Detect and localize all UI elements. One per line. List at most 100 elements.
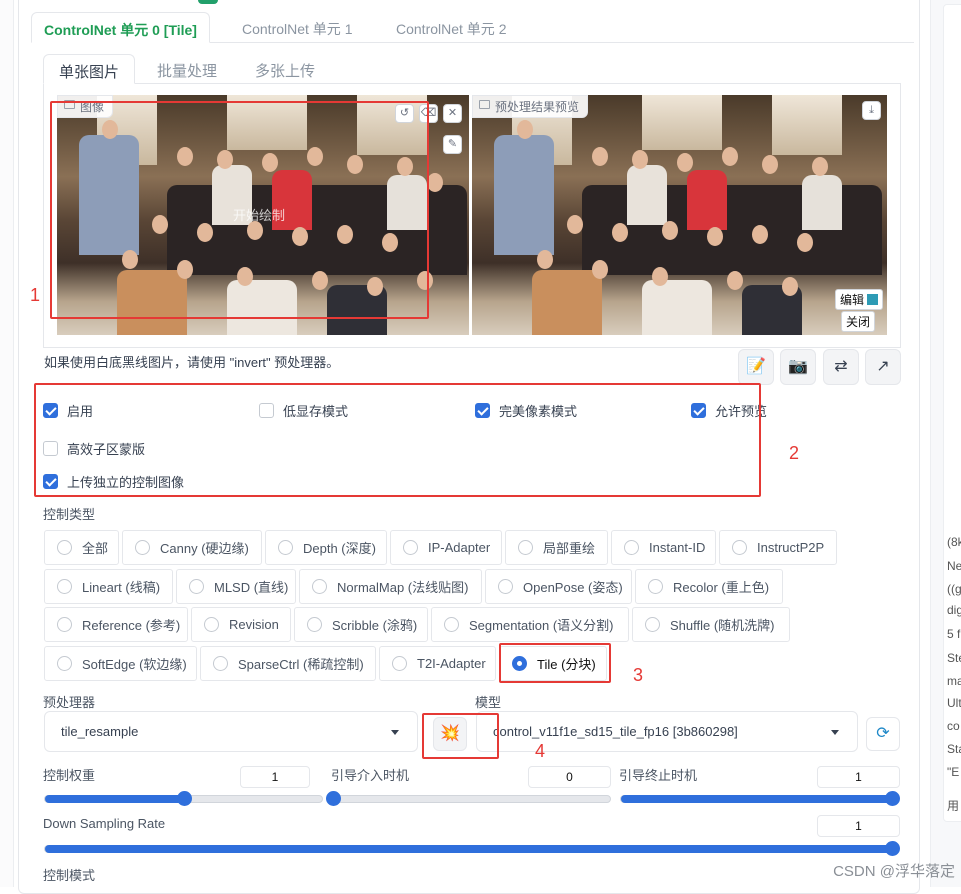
end-step-input[interactable]: 1	[817, 766, 900, 788]
page-left-edge	[0, 0, 14, 887]
radio-softedge[interactable]: SoftEdge (软边缘)	[44, 646, 197, 681]
swap-icon[interactable]: ⇄	[823, 349, 859, 385]
radio-reference[interactable]: Reference (参考)	[44, 607, 188, 642]
radio-circle[interactable]	[57, 540, 72, 555]
camera-icon[interactable]: 📷	[780, 349, 816, 385]
prompt-text-line: 5 f	[947, 627, 961, 641]
radio-revision[interactable]: Revision	[191, 607, 291, 642]
radio-instant-id[interactable]: Instant-ID	[611, 530, 716, 565]
edit-button[interactable]: 编辑	[835, 289, 884, 310]
radio-inpaint[interactable]: 局部重绘	[505, 530, 608, 565]
send-dimensions-icon[interactable]: ↗	[865, 349, 901, 385]
annotation-box-1	[50, 101, 429, 319]
prompt-text-line: (8k	[947, 535, 961, 549]
radio-lineart[interactable]: Lineart (线稿)	[44, 569, 173, 604]
radio-circle[interactable]	[135, 540, 150, 555]
tab-multi-upload[interactable]: 多张上传	[240, 54, 330, 84]
preprocessor-select[interactable]: tile_resample	[44, 711, 418, 752]
radio-circle[interactable]	[57, 617, 72, 632]
annotation-box-3	[499, 643, 611, 683]
radio-shuffle[interactable]: Shuffle (随机洗牌)	[632, 607, 790, 642]
radio-depth[interactable]: Depth (深度)	[265, 530, 387, 565]
annotation-box-4	[422, 713, 499, 759]
radio-instructp2p[interactable]: InstructP2P	[719, 530, 837, 565]
control-weight-input[interactable]: 1	[240, 766, 310, 788]
radio-circle[interactable]	[648, 579, 663, 594]
radio-circle[interactable]	[732, 540, 747, 555]
radio-canny[interactable]: Canny (硬边缘)	[122, 530, 262, 565]
control-weight-label: 控制权重	[43, 768, 96, 783]
radio-circle[interactable]	[307, 617, 322, 632]
radio-circle[interactable]	[403, 540, 418, 555]
annotation-box-2	[34, 383, 761, 497]
slider-handle[interactable]	[885, 841, 900, 856]
prompt-text-line: Ste	[947, 651, 961, 665]
radio-sparsectrl[interactable]: SparseCtrl (稀疏控制)	[200, 646, 376, 681]
annotation-label-2: 2	[789, 443, 800, 463]
preprocessor-preview-image	[472, 95, 887, 335]
start-step-input[interactable]: 0	[528, 766, 611, 788]
radio-circle[interactable]	[189, 579, 204, 594]
radio-openpose[interactable]: OpenPose (姿态)	[485, 569, 632, 604]
radio-t2i-adapter[interactable]: T2I-Adapter	[379, 646, 496, 681]
download-icon[interactable]: ⤓	[862, 101, 881, 120]
control-type-label: 控制类型	[43, 507, 96, 522]
tab-unit-2[interactable]: ControlNet 单元 2	[384, 12, 518, 43]
annotation-label-3: 3	[633, 665, 644, 685]
radio-circle[interactable]	[278, 540, 293, 555]
tab-unit-0[interactable]: ControlNet 单元 0 [Tile]	[31, 12, 210, 43]
close-icon[interactable]: ✕	[443, 104, 462, 123]
prompt-text-line: 用	[947, 799, 960, 813]
radio-circle[interactable]	[624, 540, 639, 555]
radio-circle[interactable]	[312, 579, 327, 594]
prompt-text-line: Sta	[947, 742, 961, 756]
top-accent-bar	[198, 0, 218, 4]
slider-handle[interactable]	[326, 791, 341, 806]
radio-normalmap[interactable]: NormalMap (法线贴图)	[299, 569, 482, 604]
end-step-slider[interactable]	[620, 791, 900, 806]
start-step-slider[interactable]	[326, 791, 611, 806]
annotation-label-4: 4	[535, 741, 546, 761]
brush-icon[interactable]: ✎	[443, 135, 462, 154]
radio-mlsd[interactable]: MLSD (直线)	[176, 569, 296, 604]
radio-all[interactable]: 全部	[44, 530, 119, 565]
preview-image-label: 预处理结果预览	[472, 95, 589, 118]
radio-circle[interactable]	[392, 656, 407, 671]
control-weight-slider[interactable]	[44, 791, 323, 806]
radio-circle[interactable]	[498, 579, 513, 594]
slider-handle[interactable]	[885, 791, 900, 806]
radio-circle[interactable]	[645, 617, 660, 632]
model-select[interactable]: control_v11f1e_sd15_tile_fp16 [3b860298]	[476, 711, 858, 752]
end-step-label: 引导终止时机	[619, 768, 698, 783]
new-canvas-icon[interactable]: 📝	[738, 349, 774, 385]
prompt-text-line: ma	[947, 674, 961, 688]
radio-segmentation[interactable]: Segmentation (语义分割)	[431, 607, 629, 642]
preprocessor-label: 预处理器	[43, 695, 96, 710]
radio-circle[interactable]	[57, 656, 72, 671]
radio-circle[interactable]	[204, 617, 219, 632]
radio-ip-adapter[interactable]: IP-Adapter	[390, 530, 502, 565]
close-preview-button[interactable]: 关闭	[841, 311, 876, 332]
slider-fill	[45, 845, 892, 853]
slider-fill	[621, 795, 892, 803]
edit-icon	[867, 294, 879, 305]
radio-circle[interactable]	[213, 656, 228, 671]
radio-circle[interactable]	[444, 617, 459, 632]
radio-recolor[interactable]: Recolor (重上色)	[635, 569, 783, 604]
radio-scribble[interactable]: Scribble (涂鸦)	[294, 607, 428, 642]
tab-single-image[interactable]: 单张图片	[43, 54, 136, 84]
tab-batch[interactable]: 批量处理	[142, 54, 232, 84]
prompt-text-line: dig	[947, 603, 961, 617]
tab-unit-1[interactable]: ControlNet 单元 1	[230, 12, 364, 43]
refresh-models-icon[interactable]: ⟳	[866, 717, 900, 751]
prompt-text-line: Ne	[947, 559, 961, 573]
chevron-down-icon	[391, 730, 399, 735]
radio-circle[interactable]	[57, 579, 72, 594]
prompt-text-line: "E	[947, 765, 960, 779]
down-sampling-slider[interactable]	[44, 841, 900, 856]
model-label: 模型	[475, 695, 502, 710]
radio-circle[interactable]	[518, 540, 533, 555]
down-sampling-input[interactable]: 1	[817, 815, 900, 837]
slider-handle[interactable]	[176, 791, 192, 806]
control-mode-label: 控制模式	[43, 868, 96, 883]
